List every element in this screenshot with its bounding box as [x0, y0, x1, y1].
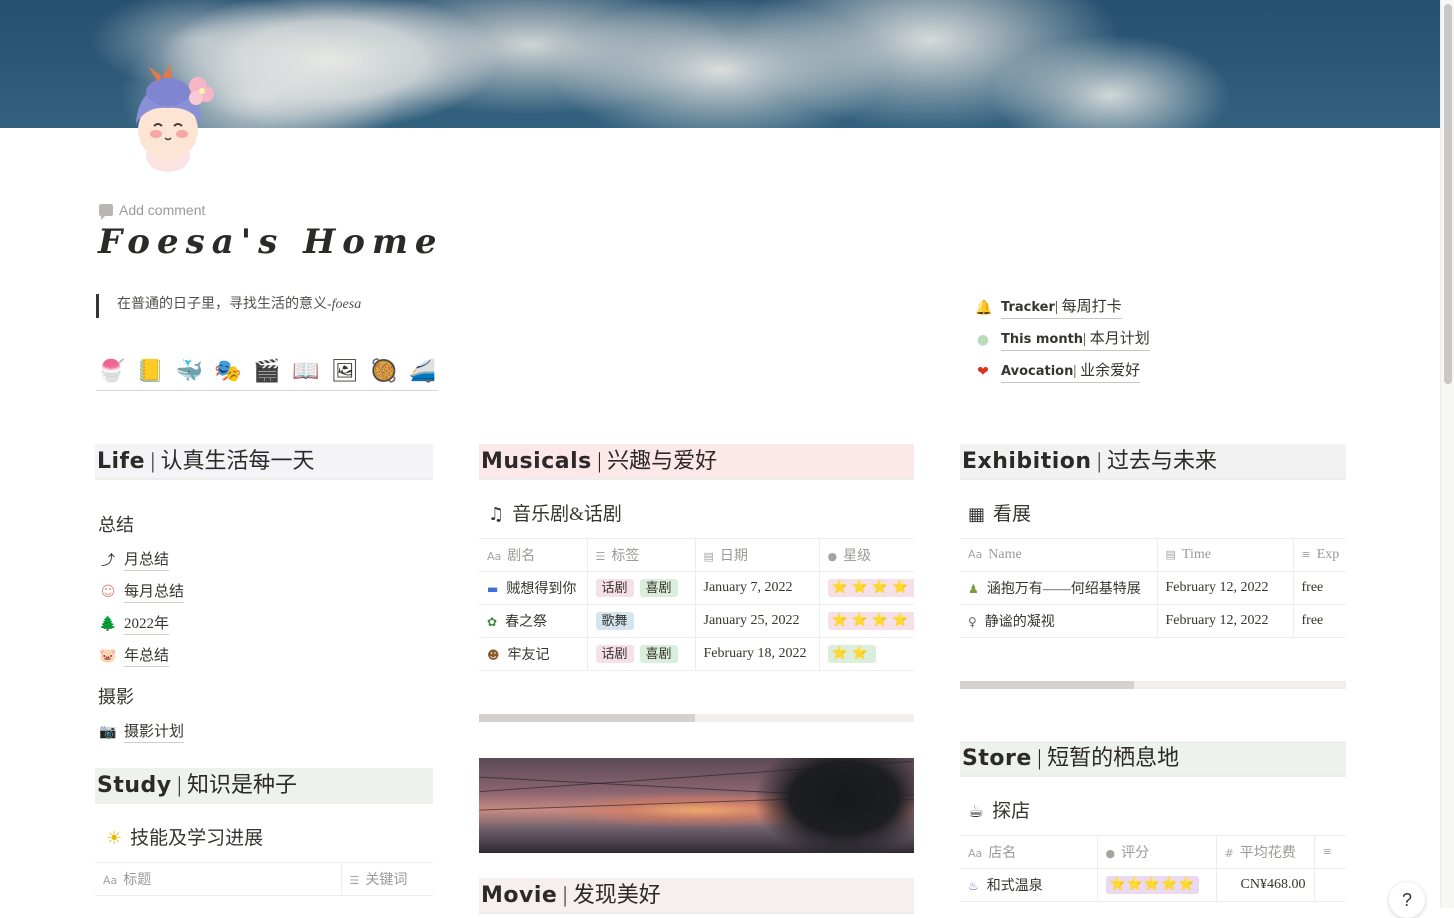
movie-section-header: Movie | 发现美好 [479, 878, 914, 914]
bell-icon: 🔔 [975, 300, 993, 316]
table-row[interactable]: ♨ 和式温泉 ⭐⭐⭐⭐⭐ CN¥468.00 [960, 868, 1346, 902]
exhibition-section-header: Exhibition | 过去与未来 [960, 444, 1346, 480]
vertical-scrollbar[interactable] [1440, 0, 1454, 908]
page-title[interactable]: Foesa's Home [98, 222, 444, 262]
scrollbar-thumb[interactable] [1444, 4, 1452, 384]
table-row[interactable]: ▬ 贼想得到你 话剧 喜剧 January 7, 2022 ⭐⭐⭐⭐ [479, 571, 914, 605]
store-section-header: Store | 短暂的栖息地 [960, 741, 1346, 777]
life-list: 总结 ⤴ 月总结 ☺ 每月总结 🌲 2022年 🐷 年总结 摄影 📷 摄影计划 [98, 510, 185, 748]
life-item-monthly-summary[interactable]: ☺ 每月总结 [98, 576, 185, 608]
col-header-tags[interactable]: ☰ 标签 [587, 538, 696, 572]
food-pan-icon[interactable]: 🥘 [368, 358, 399, 386]
this-month-link[interactable]: ● This month| 本月计划 [975, 324, 1150, 356]
avocation-link[interactable]: ❤ Avocation| 业余爱好 [975, 356, 1150, 388]
sunflower-icon: ✿ [487, 615, 498, 629]
rating-stars: ⭐⭐ [827, 645, 876, 663]
musicals-db-title[interactable]: ♫ 音乐剧&话剧 [488, 501, 622, 529]
life-section-header: Life | 认真生活每一天 [95, 444, 433, 480]
exhibition-table: Aa Name ▤ Time ≡ Exp ♟ 涵抱万有——何绍基特展 February … [960, 538, 1346, 638]
pig-icon: 🐷 [99, 648, 117, 664]
cafe-icon: ☕ [968, 801, 985, 822]
vase-icon: ♟ [968, 582, 979, 596]
tag: 话剧 [595, 645, 634, 663]
performer-icon: ♫ [488, 504, 505, 525]
life-item-monthly[interactable]: ⤴ 月总结 [98, 544, 184, 576]
cat-icon: ☻ [487, 648, 500, 662]
col-header-stars[interactable]: ● 星级 [819, 538, 914, 572]
col-header-date[interactable]: ▤ 日期 [695, 538, 820, 572]
study-db-title[interactable]: ☀ 技能及学习进展 [106, 825, 263, 853]
life-item-year[interactable]: 🐷 年总结 [98, 640, 184, 672]
sunset-photo [479, 758, 914, 853]
exhibition-horizontal-scrollbar[interactable] [960, 681, 1346, 689]
col-header-title[interactable]: Aa 标题 [95, 862, 342, 896]
avatar-icon [136, 64, 214, 172]
table-row[interactable]: ☻ 牢友记 话剧 喜剧 February 18, 2022 ⭐⭐ [479, 637, 914, 671]
icon-link-row: 🍧 📒 🐳 🎭 🎬 📖 🖼 🥘 🚄 [96, 358, 438, 391]
store-table: Aa 店名 ● 评分 # 平均花费 ≡ ♨ 和式温泉 ⭐⭐⭐⭐⭐ CN¥468.00 [960, 835, 1346, 902]
col-header-name[interactable]: Aa 剧名 [479, 538, 588, 572]
rating-stars: ⭐⭐⭐⭐⭐ [1105, 876, 1200, 894]
figure-icon: ♀ [968, 615, 977, 629]
photography-group-title: 摄影 [98, 687, 134, 707]
table-row[interactable]: ✿ 春之祭 歌舞 January 25, 2022 ⭐⭐⭐⭐ [479, 604, 914, 638]
green-circle-icon: ● [976, 332, 990, 348]
musicals-table: Aa 剧名 ☰ 标签 ▤ 日期 ● 星级 ▬ 贼想得到你 话剧 喜剧 January 7, … [479, 538, 914, 671]
life-item-2022[interactable]: 🌲 2022年 [98, 608, 184, 640]
flag-icon: ▬ [487, 582, 499, 596]
tracker-link-text: Tracker| 每周打卡 [1001, 297, 1122, 319]
col-header-store-name[interactable]: Aa 店名 [960, 835, 1098, 869]
this-month-link-text: This month| 本月计划 [1001, 329, 1150, 351]
framed-picture-icon[interactable]: 🖼 [329, 358, 360, 386]
hot-spring-icon: ♨ [968, 879, 979, 893]
life-item-photo-plan[interactable]: 📷 摄影计划 [98, 716, 185, 748]
summary-group-title: 总结 [98, 515, 134, 535]
add-comment-button[interactable]: Add comment [99, 202, 206, 220]
shaved-ice-icon[interactable]: 🍧 [96, 358, 127, 386]
face-icon: ☺ [100, 584, 116, 600]
tracker-link[interactable]: 🔔 Tracker| 每周打卡 [975, 292, 1150, 324]
open-book-icon[interactable]: 📖 [290, 358, 321, 386]
whale-icon[interactable]: 🐳 [174, 358, 205, 386]
comment-icon [99, 204, 113, 220]
table-row[interactable]: ♀ 静谧的凝视 February 12, 2022 free [960, 604, 1346, 638]
gallery-icon: ▦ [968, 504, 986, 525]
exhibition-db-title[interactable]: ▦ 看展 [968, 501, 1031, 529]
help-button[interactable]: ? [1389, 882, 1425, 918]
study-table: Aa 标题 ☰ 关键词 [95, 862, 433, 896]
theater-masks-icon[interactable]: 🎭 [213, 358, 244, 386]
rating-stars: ⭐⭐⭐⭐ [827, 579, 914, 597]
tag: 喜剧 [639, 579, 678, 597]
col-header-name[interactable]: Aa Name [960, 538, 1158, 572]
arrow-link-icon: ⤴ [101, 553, 115, 569]
table-row[interactable]: ♟ 涵抱万有——何绍基特展 February 12, 2022 free [960, 571, 1346, 605]
quick-links: 🔔 Tracker| 每周打卡 ● This month| 本月计划 ❤ Avo… [975, 292, 1150, 388]
col-header-rating[interactable]: ● 评分 [1097, 835, 1217, 869]
camera-icon: 📷 [99, 724, 117, 740]
col-header-avg-cost[interactable]: # 平均花费 [1216, 835, 1315, 869]
bullet-train-icon[interactable]: 🚄 [407, 358, 438, 386]
avocation-link-text: Avocation| 业余爱好 [1001, 361, 1141, 383]
heart-icon: ❤ [977, 364, 989, 380]
study-section-header: Study | 知识是种子 [95, 768, 433, 804]
clapper-board-icon[interactable]: 🎬 [252, 358, 283, 386]
col-header-exp[interactable]: ≡ Exp [1293, 538, 1346, 572]
rating-stars: ⭐⭐⭐⭐ [827, 612, 914, 630]
quote-text: 在普通的日子里，寻找生活的意义- [117, 297, 332, 312]
col-header-more[interactable]: ≡ [1314, 835, 1346, 869]
tag: 喜剧 [639, 645, 678, 663]
notebook-icon[interactable]: 📒 [135, 358, 166, 386]
add-comment-label: Add comment [119, 202, 206, 218]
musicals-section-header: Musicals | 兴趣与爱好 [479, 444, 914, 480]
quote-signature: foesa [331, 297, 362, 312]
tag: 歌舞 [595, 612, 634, 630]
musicals-horizontal-scrollbar[interactable] [479, 714, 914, 722]
tag: 话剧 [595, 579, 634, 597]
tree-icon: 🌲 [99, 616, 117, 632]
page-quote: 在普通的日子里，寻找生活的意义-foesa [96, 294, 361, 318]
bulb-icon: ☀ [106, 828, 123, 849]
store-db-title[interactable]: ☕ 探店 [968, 798, 1030, 826]
col-header-time[interactable]: ▤ Time [1157, 538, 1294, 572]
col-header-keywords[interactable]: ☰ 关键词 [341, 862, 433, 896]
